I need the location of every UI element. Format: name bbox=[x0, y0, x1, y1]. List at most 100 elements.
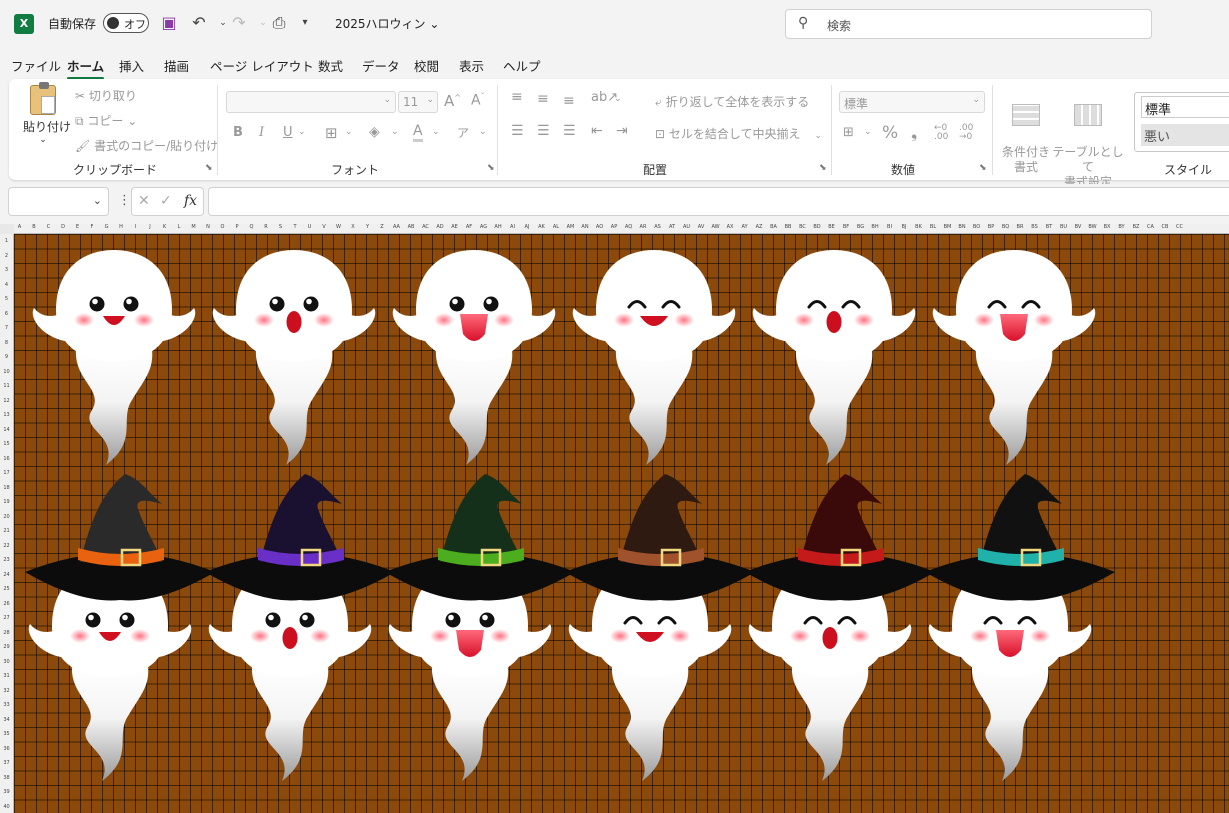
column-header[interactable]: AL bbox=[551, 224, 562, 230]
undo-icon[interactable]: ↶ bbox=[188, 12, 210, 34]
column-header[interactable]: BA bbox=[768, 224, 779, 230]
row-header[interactable]: 8 bbox=[0, 340, 13, 346]
paste-button[interactable]: 貼り付け ⌄ bbox=[23, 82, 71, 155]
enter-icon[interactable]: ✓ bbox=[160, 193, 172, 209]
tab-review[interactable]: 校閲 bbox=[414, 56, 439, 75]
column-header[interactable]: BG bbox=[855, 224, 866, 230]
column-header[interactable]: B bbox=[29, 224, 40, 230]
font-launcher-icon[interactable]: ⬊ bbox=[487, 163, 495, 173]
more-options-icon[interactable]: ⋮ bbox=[118, 193, 131, 208]
row-header[interactable]: 33 bbox=[0, 702, 13, 708]
borders-dropdown-icon[interactable]: ⌄ bbox=[345, 127, 353, 137]
column-header[interactable]: BX bbox=[1102, 224, 1113, 230]
column-header[interactable]: AO bbox=[594, 224, 605, 230]
column-header[interactable]: BK bbox=[913, 224, 924, 230]
column-header[interactable]: BY bbox=[1116, 224, 1127, 230]
column-header[interactable]: Q bbox=[246, 224, 257, 230]
currency-icon[interactable]: ⊞ bbox=[843, 125, 854, 140]
column-header[interactable]: AQ bbox=[623, 224, 634, 230]
align-top-icon[interactable]: ≡ bbox=[511, 89, 523, 105]
column-header[interactable]: AF bbox=[464, 224, 475, 230]
row-header[interactable]: 16 bbox=[0, 456, 13, 462]
column-header[interactable]: AX bbox=[725, 224, 736, 230]
column-header[interactable]: Y bbox=[362, 224, 373, 230]
row-header[interactable]: 38 bbox=[0, 775, 13, 781]
column-header[interactable]: BJ bbox=[899, 224, 910, 230]
underline-dropdown-icon[interactable]: ⌄ bbox=[298, 127, 306, 137]
column-header[interactable]: N bbox=[203, 224, 214, 230]
column-header[interactable]: BV bbox=[1073, 224, 1084, 230]
column-header[interactable]: BF bbox=[841, 224, 852, 230]
column-header[interactable]: V bbox=[319, 224, 330, 230]
column-header[interactable]: G bbox=[101, 224, 112, 230]
formula-input[interactable] bbox=[208, 187, 1229, 216]
row-header[interactable]: 13 bbox=[0, 412, 13, 418]
cell-grid[interactable] bbox=[14, 234, 1229, 813]
column-header[interactable]: AZ bbox=[754, 224, 765, 230]
number-launcher-icon[interactable]: ⬊ bbox=[979, 163, 987, 173]
column-header[interactable]: S bbox=[275, 224, 286, 230]
row-header[interactable]: 5 bbox=[0, 296, 13, 302]
conditional-format-button[interactable]: 条件付き 書式 bbox=[1002, 89, 1050, 175]
tab-file[interactable]: ファイル bbox=[11, 56, 61, 75]
autosave-toggle[interactable]: オフ bbox=[103, 13, 149, 33]
column-header[interactable]: BM bbox=[942, 224, 953, 230]
column-header[interactable]: W bbox=[333, 224, 344, 230]
ghost-illustrations[interactable] bbox=[14, 234, 1229, 813]
comma-icon[interactable]: ❟ bbox=[911, 123, 917, 143]
column-header[interactable]: AH bbox=[493, 224, 504, 230]
column-header[interactable]: E bbox=[72, 224, 83, 230]
style-normal[interactable]: 標準 bbox=[1141, 96, 1229, 118]
font-color-icon[interactable]: A bbox=[413, 123, 423, 142]
column-header[interactable]: A bbox=[14, 224, 25, 230]
column-header[interactable]: AM bbox=[565, 224, 576, 230]
column-header[interactable]: AR bbox=[638, 224, 649, 230]
align-bottom-icon[interactable]: ≡ bbox=[563, 93, 575, 109]
name-box[interactable]: ⌄ bbox=[8, 187, 109, 216]
row-header[interactable]: 24 bbox=[0, 572, 13, 578]
row-header[interactable]: 17 bbox=[0, 470, 13, 476]
clipboard-launcher-icon[interactable]: ⬊ bbox=[205, 163, 213, 173]
column-header[interactable]: CC bbox=[1174, 224, 1185, 230]
row-header[interactable]: 9 bbox=[0, 354, 13, 360]
row-header[interactable]: 34 bbox=[0, 717, 13, 723]
style-bad[interactable]: 悪い bbox=[1141, 124, 1229, 146]
row-header[interactable]: 37 bbox=[0, 760, 13, 766]
column-header[interactable]: AE bbox=[449, 224, 460, 230]
increase-font-icon[interactable]: A^ bbox=[444, 92, 461, 110]
row-header[interactable]: 36 bbox=[0, 746, 13, 752]
fill-color-icon[interactable]: ◈ bbox=[369, 124, 380, 140]
font-name-dropdown[interactable]: ⌄ bbox=[226, 91, 396, 113]
print-preview-icon[interactable]: ⎙ bbox=[268, 12, 290, 34]
column-header[interactable]: H bbox=[116, 224, 127, 230]
column-header[interactable]: F bbox=[87, 224, 98, 230]
row-header[interactable]: 7 bbox=[0, 325, 13, 331]
row-header[interactable]: 10 bbox=[0, 369, 13, 375]
column-header[interactable]: BR bbox=[1015, 224, 1026, 230]
column-header[interactable]: BC bbox=[797, 224, 808, 230]
column-header[interactable]: CA bbox=[1145, 224, 1156, 230]
column-header[interactable]: BO bbox=[971, 224, 982, 230]
column-header[interactable]: I bbox=[130, 224, 141, 230]
row-header[interactable]: 21 bbox=[0, 528, 13, 534]
font-size-dropdown[interactable]: 11 ⌄ bbox=[398, 91, 438, 113]
column-header[interactable]: AI bbox=[507, 224, 518, 230]
row-header[interactable]: 25 bbox=[0, 586, 13, 592]
column-header[interactable]: U bbox=[304, 224, 315, 230]
column-header[interactable]: BH bbox=[870, 224, 881, 230]
column-header[interactable]: AU bbox=[681, 224, 692, 230]
tab-insert[interactable]: 挿入 bbox=[119, 56, 144, 75]
borders-icon[interactable]: ⊞ bbox=[325, 124, 338, 142]
merge-center-button[interactable]: ⊡ セルを結合して中央揃え ⌄ bbox=[655, 125, 822, 142]
align-center-icon[interactable]: ☰ bbox=[537, 123, 550, 139]
row-header[interactable]: 28 bbox=[0, 630, 13, 636]
phonetic-dropdown-icon[interactable]: ⌄ bbox=[479, 127, 487, 137]
customize-toolbar-icon[interactable]: ▾ bbox=[294, 12, 316, 34]
bold-icon[interactable]: B bbox=[233, 125, 243, 140]
currency-dropdown-icon[interactable]: ⌄ bbox=[864, 127, 872, 137]
tab-draw[interactable]: 描画 bbox=[164, 56, 189, 75]
column-header[interactable]: P bbox=[232, 224, 243, 230]
column-header[interactable]: J bbox=[145, 224, 156, 230]
row-header[interactable]: 20 bbox=[0, 514, 13, 520]
fill-color-dropdown-icon[interactable]: ⌄ bbox=[391, 127, 399, 137]
